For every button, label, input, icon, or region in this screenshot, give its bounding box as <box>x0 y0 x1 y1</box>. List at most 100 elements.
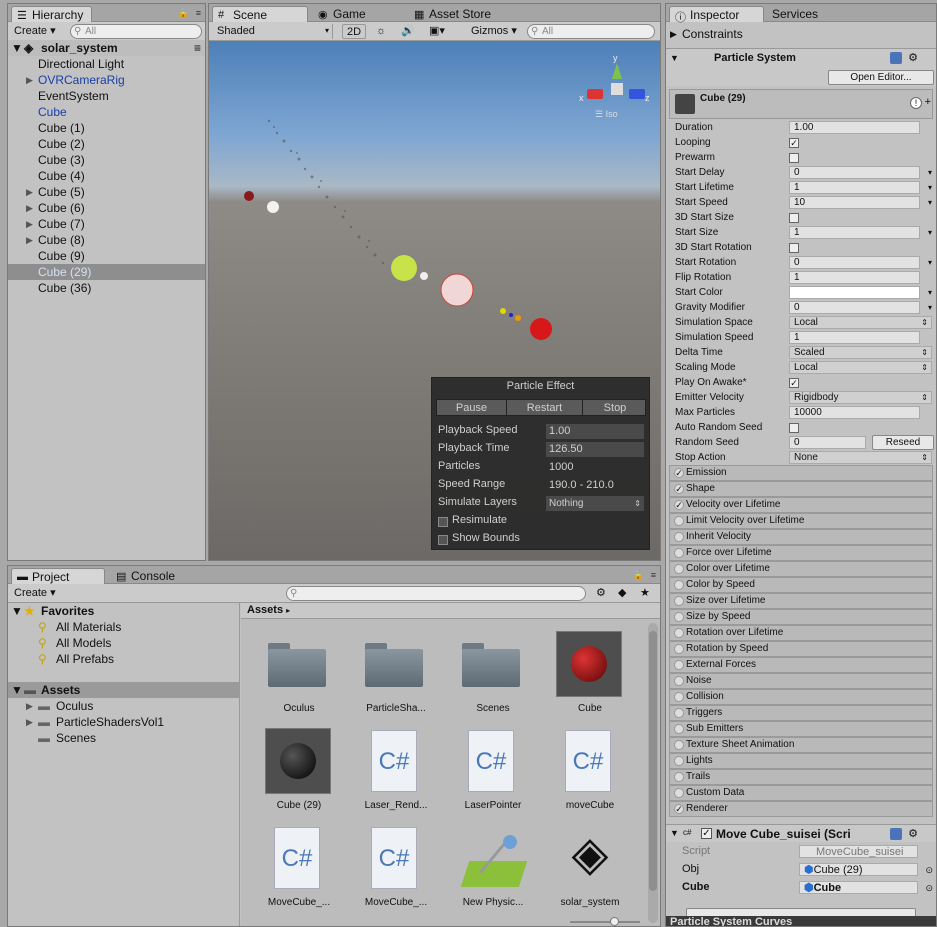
hierarchy-item[interactable]: ▶ Cube (7) <box>8 216 205 232</box>
module-row[interactable]: Size by Speed <box>669 609 933 625</box>
favorite-item[interactable]: ⚲ All Models <box>8 635 239 651</box>
expand-icon[interactable]: ▼ <box>11 40 23 56</box>
chevron-down-icon[interactable]: ▾ <box>928 180 932 195</box>
property-checkbox[interactable] <box>789 213 799 223</box>
color-field[interactable] <box>789 286 920 299</box>
assets-root[interactable]: ▼ ▬ Assets <box>8 682 239 698</box>
module-row[interactable]: Size over Lifetime <box>669 593 933 609</box>
moon-sphere[interactable] <box>420 272 428 280</box>
module-toggle[interactable]: ✓ <box>674 468 684 478</box>
expand-icon[interactable]: ▼ <box>670 53 679 63</box>
module-row[interactable]: ✓ Emission <box>669 465 933 481</box>
tab-asset-store[interactable]: ▦ Asset Store <box>409 6 499 22</box>
expand-icon[interactable]: ▼ <box>11 603 23 619</box>
module-row[interactable]: Triggers <box>669 705 933 721</box>
asset-item[interactable]: Scenes <box>445 631 541 721</box>
module-row[interactable]: Lights <box>669 753 933 769</box>
hierarchy-item[interactable]: Cube (4) <box>8 168 205 184</box>
property-field[interactable]: 0 <box>789 166 920 179</box>
module-row[interactable]: Color by Speed <box>669 577 933 593</box>
asset-scrollbar[interactable] <box>648 623 658 923</box>
module-row[interactable]: Inherit Velocity <box>669 529 933 545</box>
breadcrumb-assets[interactable]: Assets <box>247 604 283 616</box>
module-toggle[interactable] <box>674 756 684 766</box>
module-toggle[interactable] <box>674 692 684 702</box>
asset-item[interactable]: C# MoveCube_... <box>348 825 444 915</box>
hierarchy-item[interactable]: Cube <box>8 104 205 120</box>
property-checkbox[interactable] <box>789 243 799 253</box>
module-row[interactable]: Trails <box>669 769 933 785</box>
asset-item[interactable]: ◈ solar_system <box>542 825 638 915</box>
simulate-layers-dropdown[interactable]: Nothing ⇕ <box>546 496 644 511</box>
white-sphere[interactable] <box>267 201 279 213</box>
tab-hierarchy[interactable]: ☰ Hierarchy <box>11 6 93 22</box>
module-row[interactable]: Collision <box>669 689 933 705</box>
asset-item[interactable]: C# LaserPointer <box>445 728 541 818</box>
tiny-orange-sphere[interactable] <box>515 315 521 321</box>
info-toggle-icon[interactable]: ! <box>910 97 922 109</box>
expand-arrow-icon[interactable]: ▶ <box>26 216 33 232</box>
module-row[interactable]: ✓ Shape <box>669 481 933 497</box>
object-picker-icon[interactable]: ⊙ <box>925 881 933 896</box>
tab-inspector[interactable]: ⓘ Inspector <box>669 6 764 24</box>
module-toggle[interactable] <box>674 788 684 798</box>
zoom-slider[interactable] <box>570 917 640 926</box>
cube-field[interactable]: ⬢Cube <box>799 881 918 894</box>
script-field[interactable]: MoveCube_suisei <box>799 845 918 858</box>
help-icon[interactable] <box>890 828 902 840</box>
stop-button[interactable]: Stop <box>583 400 647 416</box>
module-row[interactable]: Force over Lifetime <box>669 545 933 561</box>
pause-button[interactable]: Pause <box>437 400 507 416</box>
orientation-gizmo[interactable]: y x z ☰ Iso <box>579 53 650 119</box>
particle-curves-bar[interactable]: Particle System Curves <box>666 916 936 926</box>
property-checkbox[interactable] <box>789 153 799 163</box>
property-field[interactable]: 0 <box>789 256 920 269</box>
scene-menu-icon[interactable]: ≡ <box>194 40 201 56</box>
module-toggle[interactable] <box>674 644 684 654</box>
add-icon[interactable]: + <box>925 96 931 108</box>
red-planet[interactable] <box>530 318 552 340</box>
help-icon[interactable] <box>890 52 902 64</box>
tab-console[interactable]: ▤ Console <box>111 568 183 584</box>
effects-icon[interactable]: ▣▾ <box>425 24 449 39</box>
hierarchy-item[interactable]: ▶ OVRCameraRig <box>8 72 205 88</box>
module-row[interactable]: ✓ Velocity over Lifetime <box>669 497 933 513</box>
particle-system-name-bar[interactable]: Cube (29) ! + <box>669 89 933 119</box>
create-button[interactable]: Create ▾ <box>10 586 60 601</box>
favorite-item[interactable]: ⚲ All Materials <box>8 619 239 635</box>
module-toggle[interactable] <box>674 548 684 558</box>
module-row[interactable]: Color over Lifetime <box>669 561 933 577</box>
filter-label-icon[interactable]: ◆ <box>614 586 630 601</box>
resimulate-checkbox[interactable] <box>438 517 448 527</box>
module-toggle[interactable] <box>674 580 684 590</box>
property-field[interactable]: 1 <box>789 226 920 239</box>
property-checkbox[interactable]: ✓ <box>789 138 799 148</box>
module-toggle[interactable] <box>674 740 684 750</box>
module-toggle[interactable] <box>674 724 684 734</box>
chevron-down-icon[interactable]: ▾ <box>928 165 932 180</box>
gizmos-dropdown[interactable]: Gizmos ▾ <box>467 24 521 39</box>
tab-scene[interactable]: # Scene <box>212 6 308 22</box>
open-editor-button[interactable]: Open Editor... <box>828 70 934 85</box>
2d-toggle[interactable]: 2D <box>342 24 367 39</box>
module-toggle[interactable]: ✓ <box>674 500 684 510</box>
chevron-down-icon[interactable]: ▾ <box>928 285 932 300</box>
module-toggle[interactable] <box>674 516 684 526</box>
tiny-blue-sphere[interactable] <box>509 313 513 317</box>
jupiter-planet[interactable] <box>440 273 474 307</box>
random-seed-field[interactable]: 0 <box>789 436 866 449</box>
property-dropdown[interactable]: None ⇕ <box>789 451 932 464</box>
search-input[interactable]: ⚲ All <box>70 24 202 39</box>
module-row[interactable]: Texture Sheet Animation <box>669 737 933 753</box>
asset-item[interactable]: Cube (29) <box>251 728 347 818</box>
scroll-thumb[interactable] <box>649 631 657 891</box>
module-toggle[interactable] <box>674 564 684 574</box>
restart-button[interactable]: Restart <box>507 400 583 416</box>
module-toggle[interactable]: ✓ <box>674 804 684 814</box>
lock-icon[interactable]: 🔒 <box>178 8 189 19</box>
property-field[interactable]: 0 <box>789 301 920 314</box>
asset-item[interactable]: C# moveCube <box>542 728 638 818</box>
hierarchy-item[interactable]: Cube (1) <box>8 120 205 136</box>
settings-icon[interactable]: ⚙ <box>908 51 918 64</box>
project-search-input[interactable]: ⚲ <box>286 586 586 601</box>
